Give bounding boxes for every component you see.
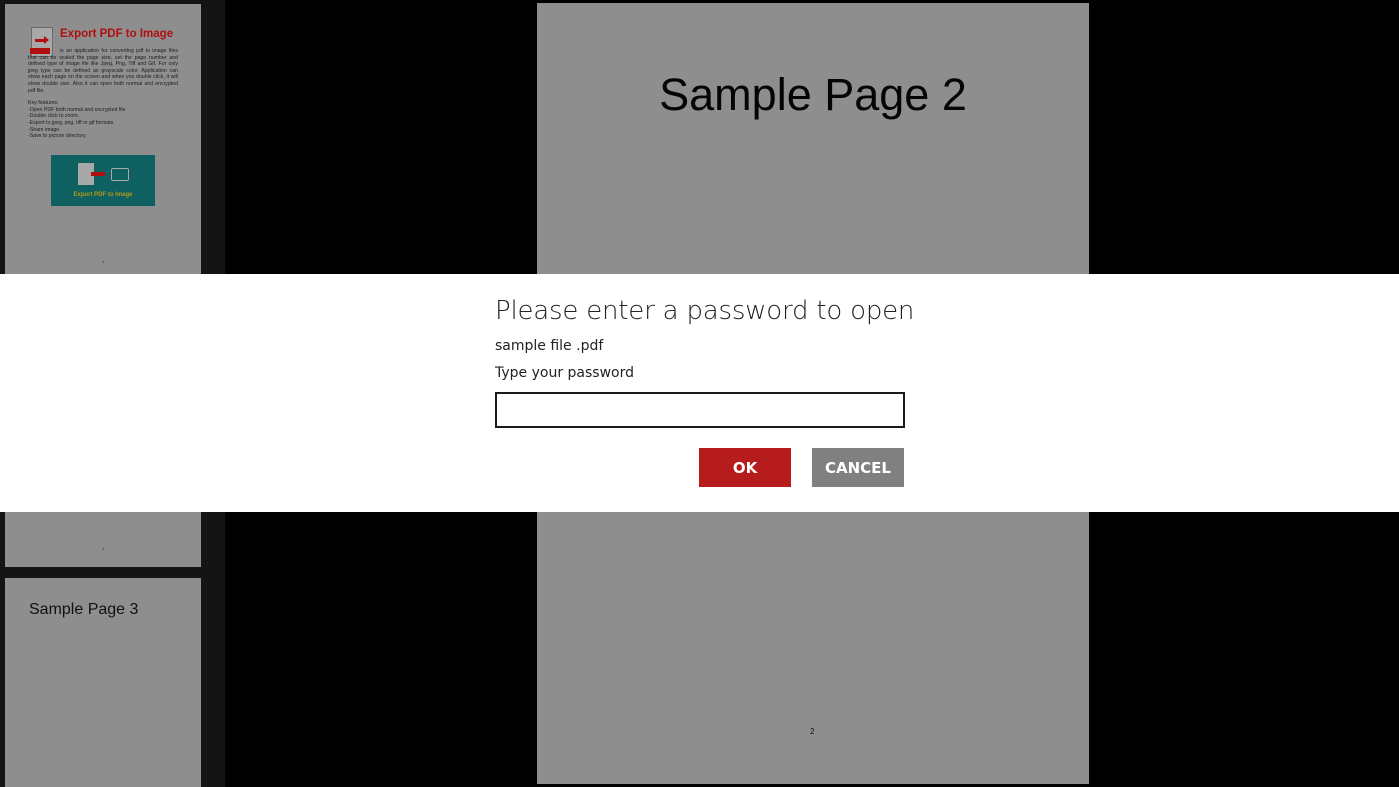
thumbnail-page-marker: 1	[102, 259, 105, 264]
thumbnail-description-text: is an application for converting pdf to …	[28, 48, 178, 94]
features-heading: Key features:	[28, 100, 59, 107]
page-thumbnail-3[interactable]: Sample Page 3	[5, 578, 201, 787]
feature-item: -Save to picture directory	[28, 133, 86, 140]
banner-text: Export PDF to Image	[73, 192, 133, 198]
password-dialog: Please enter a password to open sample f…	[0, 274, 1399, 512]
page-number: 2	[810, 727, 815, 736]
thumbnail-features: Key features: -Open PDF both normal and …	[28, 100, 178, 140]
page-title: Sample Page 2	[659, 69, 967, 120]
app-banner-image: Export PDF to Image	[51, 155, 155, 206]
ok-button[interactable]: OK	[699, 448, 791, 487]
feature-item: -Open PDF both normal and encrypted file	[28, 106, 126, 113]
cancel-button[interactable]: CANCEL	[812, 448, 904, 487]
feature-item: -Export to jpeg, png, tiff or gif format…	[28, 119, 115, 126]
dialog-title: Please enter a password to open	[495, 296, 915, 326]
arrow-right-icon	[91, 172, 105, 176]
password-input[interactable]	[495, 392, 905, 428]
thumbnail-description: is an application for converting pdf to …	[28, 48, 178, 140]
feature-item: -Double click to zoom.	[28, 113, 80, 120]
feature-item: -Share image.	[28, 126, 61, 133]
thumbnail-page-marker: 1	[102, 546, 105, 551]
camera-icon	[111, 168, 129, 181]
password-label: Type your password	[495, 365, 635, 381]
thumbnail-page-title: Sample Page 3	[29, 601, 139, 618]
thumbnail-app-title: Export PDF to Image	[60, 28, 174, 40]
pdf-viewer-app: Export PDF to Image is an application fo…	[0, 0, 1399, 787]
dialog-filename: sample file .pdf	[495, 338, 604, 354]
